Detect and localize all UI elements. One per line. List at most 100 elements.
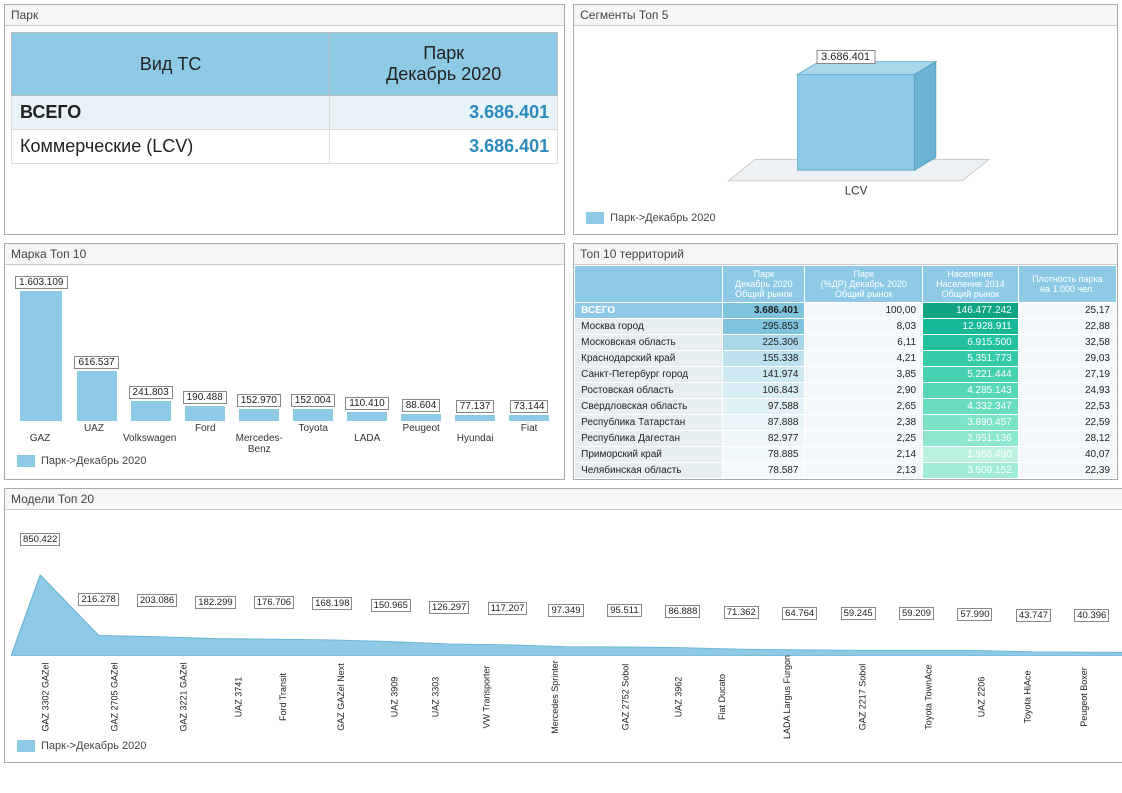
park-col1: Вид ТС (12, 33, 330, 96)
brand-bar-col: 152.004 (288, 394, 338, 421)
brand-bar-col: 241.803 (126, 386, 176, 421)
terr-density: 32,58 (1018, 335, 1116, 351)
brand-bar-value: 88.604 (402, 399, 441, 412)
terr-pct: 8,03 (805, 319, 923, 335)
terr-density: 25,17 (1018, 303, 1116, 319)
terr-density: 22,88 (1018, 319, 1116, 335)
model-x-label: GAZ 3302 GAZel (11, 662, 81, 731)
brand-x-label: LADA (342, 431, 392, 455)
terr-park: 3.686.401 (723, 303, 805, 319)
terr-pop: 3.890.457 (923, 415, 1019, 431)
brand-bar (20, 291, 62, 421)
brand-x-label: Toyota (288, 421, 338, 445)
terr-name: Челябинская область (575, 463, 723, 479)
territory-row: Санкт-Петербург город141.9743,855.221.44… (575, 367, 1117, 383)
segments-x-label: LCV (845, 185, 868, 198)
brand-bar-value: 73.144 (510, 400, 549, 413)
terr-pct: 3,85 (805, 367, 923, 383)
terr-park: 97.588 (723, 399, 805, 415)
legend-label: Парк->Декабрь 2020 (41, 740, 146, 752)
brand-bar (131, 401, 171, 421)
terr-park: 87.888 (723, 415, 805, 431)
panel-segments: Сегменты Топ 5 3.686.401 LCV Парк (573, 4, 1118, 235)
model-x-label: Peugeot Boxer (1049, 667, 1119, 727)
terr-pop: 2.951.136 (923, 431, 1019, 447)
brand-bar-col: 1.603.109 (15, 276, 68, 421)
brand-x-label: Ford (180, 421, 230, 445)
brand-bar-value: 110.410 (345, 397, 388, 410)
terr-park: 295.853 (723, 319, 805, 335)
brand-bar (455, 415, 495, 421)
terr-pop: 4.285.143 (923, 383, 1019, 399)
terr-density: 22,59 (1018, 415, 1116, 431)
park-table: Вид ТС Парк Декабрь 2020 ВСЕГО3.686.401К… (11, 32, 558, 164)
brand-bar (401, 414, 441, 421)
park-row: ВСЕГО3.686.401 (12, 96, 558, 130)
terr-density: 27,19 (1018, 367, 1116, 383)
territory-row: Республика Татарстан87.8882,383.890.4572… (575, 415, 1117, 431)
terr-pop: 5.351.773 (923, 351, 1019, 367)
brand-bar (239, 409, 279, 421)
territory-row: Москва город295.8538,0312.928.91122,88 (575, 319, 1117, 335)
terr-density: 22,39 (1018, 463, 1116, 479)
brand-bar-value: 77.137 (456, 400, 495, 413)
terr-pop: 146.477.242 (923, 303, 1019, 319)
terr-pct: 2,90 (805, 383, 923, 399)
panel-title-brands: Марка Топ 10 (5, 244, 564, 265)
legend-label: Парк->Декабрь 2020 (41, 455, 146, 467)
brands-bar-chart: 1.603.109616.537241.803190.488152.970152… (11, 271, 558, 421)
terr-park: 141.974 (723, 367, 805, 383)
terr-pct: 6,11 (805, 335, 923, 351)
terr-density: 22,53 (1018, 399, 1116, 415)
territory-row: Приморский край78.8852,141.968.49040,07 (575, 447, 1117, 463)
legend-label: Парк->Декабрь 2020 (610, 212, 715, 224)
terr-h4: НаселениеНаселение 2014Общий рынок (923, 266, 1019, 303)
terr-name: Краснодарский край (575, 351, 723, 367)
model-x-label: GAZ 2705 GAZel (80, 662, 150, 731)
segments-chart: 3.686.401 LCV (580, 32, 1111, 202)
brand-bar-col: 88.604 (396, 399, 446, 421)
terr-name: Республика Татарстан (575, 415, 723, 431)
terr-h5: Плотность паркана 1.000 чел. (1018, 266, 1116, 303)
panel-title-territories: Топ 10 территорий (574, 244, 1117, 265)
park-row-label: ВСЕГО (12, 96, 330, 130)
model-x-label: LADA Largus Furgon (752, 655, 822, 739)
brand-bar-col: 77.137 (450, 400, 500, 421)
brand-x-label: Peugeot (396, 421, 446, 445)
terr-park: 82.977 (723, 431, 805, 447)
brand-bar-value: 241.803 (129, 386, 173, 399)
terr-density: 40,07 (1018, 447, 1116, 463)
terr-name: Свердловская область (575, 399, 723, 415)
terr-pop: 5.221.444 (923, 367, 1019, 383)
park-row-value: 3.686.401 (330, 96, 558, 130)
terr-park: 106.843 (723, 383, 805, 399)
panel-title-park: Парк (5, 5, 564, 26)
terr-pct: 100,00 (805, 303, 923, 319)
brand-x-label: Hyundai (450, 431, 500, 455)
brand-bar-col: 616.537 (72, 356, 122, 421)
park-row: Коммерческие (LCV)3.686.401 (12, 130, 558, 164)
panel-brands: Марка Топ 10 1.603.109616.537241.803190.… (4, 243, 565, 480)
terr-name: Санкт-Петербург город (575, 367, 723, 383)
models-x-labels: GAZ 3302 GAZelGAZ 2705 GAZelGAZ 3221 GAZ… (11, 656, 1122, 726)
terr-name: Москва город (575, 319, 723, 335)
brand-x-label: GAZ (15, 431, 65, 455)
terr-pop: 1.968.490 (923, 447, 1019, 463)
territory-row: Краснодарский край155.3384,215.351.77329… (575, 351, 1117, 367)
brand-bar-col: 73.144 (504, 400, 554, 421)
terr-name: Московская область (575, 335, 723, 351)
terr-park: 225.306 (723, 335, 805, 351)
terr-pct: 2,25 (805, 431, 923, 447)
panel-territories: Топ 10 территорий ПаркДекабрь 2020Общий … (573, 243, 1118, 480)
brand-bar (185, 406, 225, 421)
terr-name: Ростовская область (575, 383, 723, 399)
terr-pct: 2,13 (805, 463, 923, 479)
territory-row: Республика Дагестан82.9772,252.951.13628… (575, 431, 1117, 447)
territory-row: Ростовская область106.8432,904.285.14324… (575, 383, 1117, 399)
terr-pop: 3.509.152 (923, 463, 1019, 479)
brand-x-label: Mercedes-Benz (234, 431, 284, 455)
territory-row: Московская область225.3066,116.915.50032… (575, 335, 1117, 351)
terr-density: 28,12 (1018, 431, 1116, 447)
territory-row: ВСЕГО3.686.401100,00146.477.24225,17 (575, 303, 1117, 319)
terr-pct: 4,21 (805, 351, 923, 367)
